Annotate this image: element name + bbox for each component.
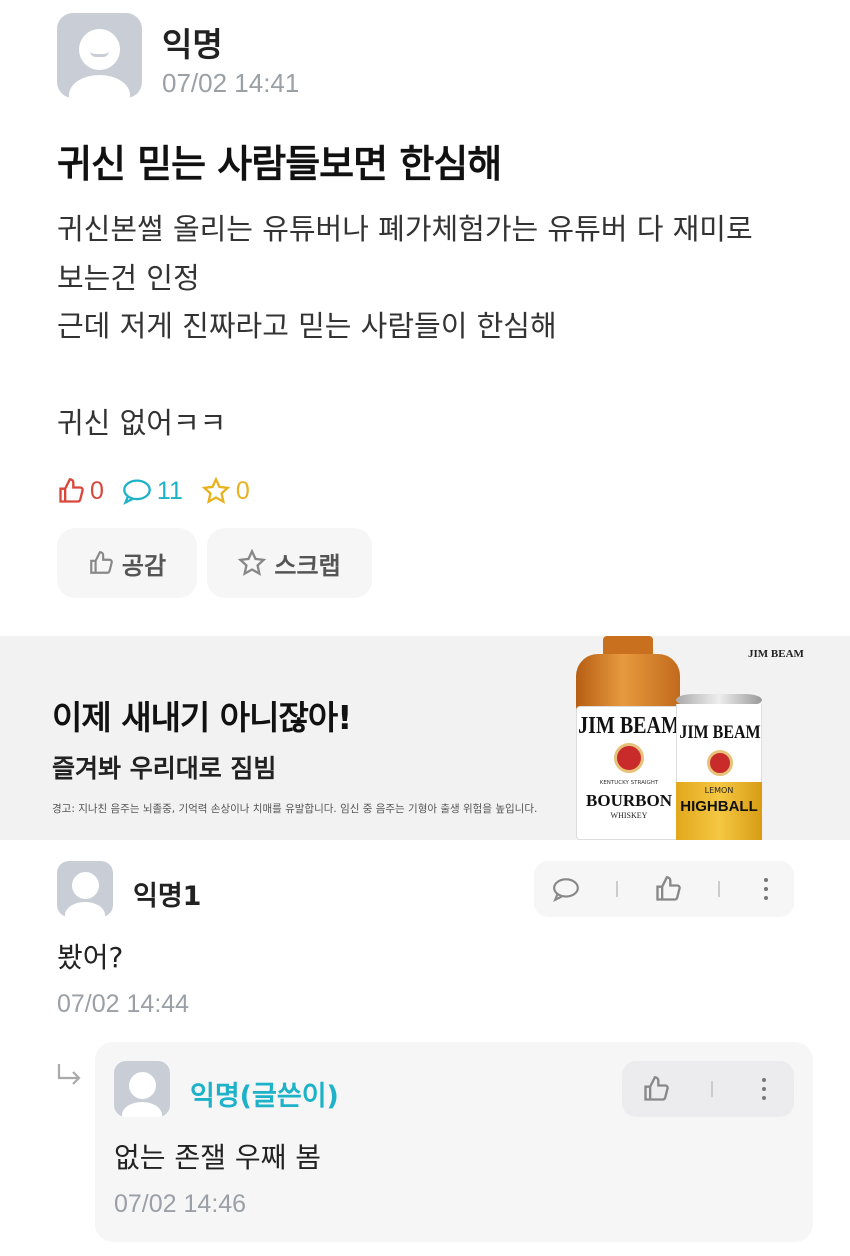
avatar (57, 13, 142, 98)
comment-body: 봤어? (57, 941, 124, 974)
can-brand: JIM BEAM (679, 722, 761, 743)
reply-time: 07/02 14:46 (114, 1190, 247, 1218)
scrap-count: 0 (201, 477, 250, 506)
post-body-line (57, 351, 817, 400)
thumbs-up-icon (90, 551, 113, 574)
can-type: HIGHBALL (680, 798, 758, 815)
post-author: 익명 (162, 25, 223, 64)
highball-can-image: JIM BEAM LEMON HIGHBALL (676, 694, 762, 840)
seal-icon (614, 743, 644, 773)
post-body-line: 근데 저게 진짜라고 믿는 사람들이 한심해 (57, 309, 557, 343)
brand-logo: JIM BEAM (748, 648, 804, 660)
bourbon-bottle-image: JIM BEAM KENTUCKY STRAIGHT BOURBON WHISK… (573, 636, 683, 840)
post-time: 07/02 14:41 (162, 68, 300, 98)
thumbs-up-icon (59, 478, 84, 503)
bottle-type: BOURBON (586, 791, 672, 810)
avatar (57, 861, 113, 917)
bottle-sub: WHISKEY (610, 811, 648, 820)
divider (710, 1081, 713, 1097)
reply-body: 없는 존잴 우째 봄 (114, 1141, 322, 1174)
avatar (114, 1061, 170, 1117)
scrap-button[interactable]: 스크랩 (207, 528, 372, 598)
more-options-icon[interactable] (754, 1074, 774, 1104)
reply-author: 익명(글쓴이) (190, 1081, 339, 1112)
post-body-line: 귀신본썰 올리는 유튜버나 폐가체험가는 유튜버 다 재미로 (57, 212, 753, 246)
reply-arrow-icon (57, 1064, 81, 1085)
like-count: 0 (57, 477, 104, 506)
post-body-line: 보는건 인정 (57, 260, 200, 295)
star-icon (238, 549, 267, 576)
post-title: 귀신 믿는 사람들보면 한심해 (57, 142, 502, 186)
post-body-line: 귀신 없어ㅋㅋ (57, 406, 227, 440)
seal-icon (707, 750, 733, 776)
like-button[interactable]: 공감 (57, 528, 197, 598)
reply-actions (622, 1061, 794, 1117)
thumbs-up-icon[interactable] (654, 875, 682, 903)
post-stats: 0 11 0 (57, 473, 268, 509)
more-options-icon[interactable] (756, 874, 776, 904)
ad-warning: 경고: 지나친 음주는 뇌졸중, 기억력 손상이나 치매를 유발합니다. 임신 … (52, 803, 538, 815)
comment-time: 07/02 14:44 (57, 990, 190, 1018)
reply-icon[interactable] (552, 876, 580, 902)
star-icon (201, 477, 231, 504)
thumbs-up-icon[interactable] (642, 1075, 670, 1103)
comment-author: 익명1 (133, 881, 202, 912)
post-body: 귀신본썰 올리는 유튜버나 폐가체험가는 유튜버 다 재미로 보는건 인정 근데… (57, 205, 817, 448)
comment-count: 11 (122, 477, 183, 506)
bottle-small-label: KENTUCKY STRAIGHT (599, 780, 659, 786)
divider (718, 881, 720, 897)
comment-actions (534, 861, 794, 917)
divider (616, 881, 618, 897)
ad-subline: 즐겨봐 우리대로 짐빔 (52, 754, 277, 783)
can-flavor: LEMON (704, 786, 734, 795)
bottle-brand: JIM BEAM (578, 712, 680, 740)
ad-banner[interactable]: 이제 새내기 아니잖아! 즐겨봐 우리대로 짐빔 경고: 지나친 음주는 뇌졸중… (0, 636, 850, 840)
speech-bubble-icon (123, 479, 151, 505)
ad-headline: 이제 새내기 아니잖아! (52, 698, 352, 737)
